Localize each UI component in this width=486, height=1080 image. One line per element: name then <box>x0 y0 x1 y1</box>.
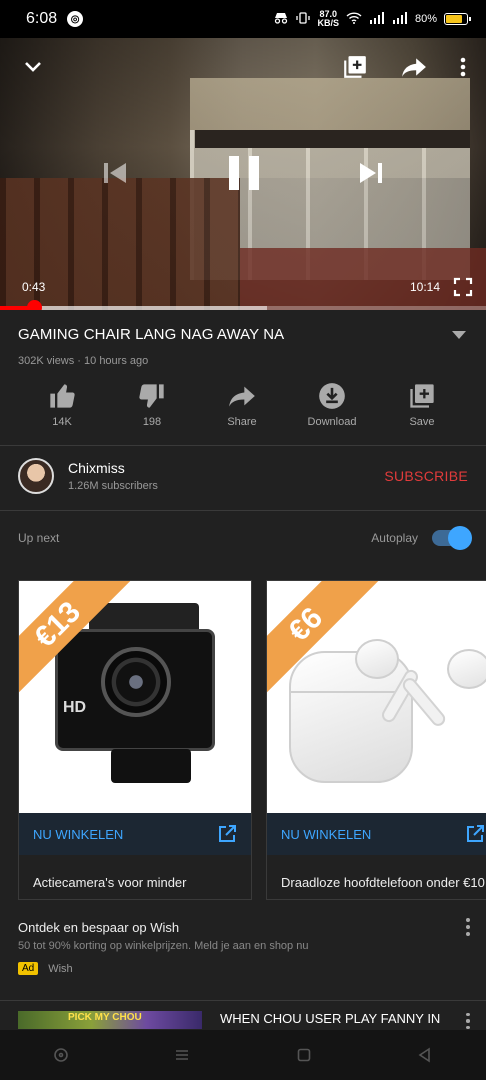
autoplay-label: Autoplay <box>371 531 418 545</box>
autoplay-toggle-knob <box>448 526 472 550</box>
video-title-row[interactable]: GAMING CHAIR LANG NAG AWAY NA <box>18 326 468 343</box>
next-video-item[interactable]: PICK MY CHOU WHEN CHOU USER PLAY FANNY I… <box>18 1011 474 1031</box>
up-next-header: Up next Autoplay <box>18 526 472 550</box>
status-bar: 6:08 ◎ 87.0 KB/S 80% <box>0 0 486 38</box>
product-image-action-camera[interactable]: HD €13 <box>19 581 251 813</box>
duration: 10:14 <box>410 280 441 294</box>
video-frame-counter <box>195 130 470 148</box>
ad-badge: Ad <box>18 962 39 975</box>
save-button[interactable]: Save <box>377 382 467 428</box>
thumbs-down-icon <box>139 384 164 408</box>
earbud <box>447 649 486 689</box>
save-label: Save <box>409 416 435 428</box>
current-time: 0:43 <box>22 280 46 294</box>
ad-title-row[interactable]: Ontdek en bespaar op Wish <box>18 916 474 938</box>
signal-icon-1 <box>369 11 385 27</box>
product-description: Actiecamera's voor minder <box>33 875 187 890</box>
divider <box>0 445 486 446</box>
fullscreen-icon[interactable] <box>450 274 476 300</box>
dislike-button[interactable]: 198 <box>107 382 197 428</box>
autoplay-toggle[interactable] <box>432 526 472 550</box>
ad-title: Ontdek en bespaar op Wish <box>18 919 180 935</box>
status-time: 6:08 <box>26 10 58 27</box>
battery-icon <box>444 13 471 25</box>
shop-now-label: NU WINKELEN <box>281 826 372 842</box>
next-video-thumbnail-text: PICK MY CHOU <box>68 1012 142 1023</box>
camera-hd-mark: HD <box>63 699 87 716</box>
dislike-count: 198 <box>142 416 162 428</box>
external-link-icon <box>467 825 484 842</box>
shop-now-button[interactable]: NU WINKELEN <box>19 813 251 855</box>
add-to-queue-icon[interactable] <box>340 52 370 82</box>
seek-bar-buffered <box>34 306 268 310</box>
video-meta: 302K views · 10 hours ago <box>18 355 149 367</box>
next-video-title: WHEN CHOU USER PLAY FANNY IN <box>220 1011 441 1026</box>
save-playlist-icon <box>410 384 434 408</box>
channel-name[interactable]: Chixmiss <box>68 460 384 476</box>
share-label: Share <box>227 416 257 428</box>
up-next-label: Up next <box>18 531 60 545</box>
assistant-button[interactable] <box>46 1040 76 1070</box>
like-count: 14K <box>52 416 72 428</box>
previous-track-icon[interactable] <box>98 156 132 190</box>
collapse-chevron-icon[interactable] <box>18 52 48 82</box>
ad-more-options-icon[interactable] <box>462 916 474 938</box>
shopping-carousel[interactable]: HD €13 NU WINKELEN Actiecamera's voor mi… <box>18 580 486 900</box>
channel-row[interactable]: Chixmiss 1.26M subscribers SUBSCRIBE <box>18 458 468 494</box>
divider <box>0 1000 486 1001</box>
battery-percent: 80% <box>414 13 437 25</box>
subscribe-button[interactable]: SUBSCRIBE <box>384 468 468 484</box>
thumbs-up-icon <box>50 384 75 408</box>
wifi-icon <box>346 11 362 27</box>
next-track-icon[interactable] <box>354 156 388 190</box>
vibrate-icon <box>296 11 311 27</box>
video-player[interactable]: 0:43 10:14 <box>0 38 486 310</box>
download-icon <box>319 383 345 409</box>
shopping-card[interactable]: €6 NU WINKELEN Draadloze hoofdtelefoon o… <box>266 580 486 900</box>
product-description: Draadloze hoofdtelefoon onder €10 <box>281 875 485 890</box>
shop-now-button[interactable]: NU WINKELEN <box>267 813 486 855</box>
seek-bar[interactable] <box>0 300 486 310</box>
app-notification-icon: ◎ <box>67 11 84 27</box>
assistant-icon <box>53 1048 68 1062</box>
download-button[interactable]: Download <box>287 382 377 428</box>
channel-subscribers: 1.26M subscribers <box>68 480 158 492</box>
product-image-earbuds[interactable]: €6 <box>267 581 486 813</box>
like-button[interactable]: 14K <box>17 382 107 428</box>
recents-button[interactable] <box>167 1040 197 1070</box>
network-speed-unit: KB/S <box>317 18 339 28</box>
back-triangle-icon <box>418 1047 431 1063</box>
ad-attribution: Ad Wish <box>18 962 73 975</box>
video-title: GAMING CHAIR LANG NAG AWAY NA <box>18 326 285 343</box>
incognito-icon <box>273 12 289 27</box>
divider <box>0 510 486 511</box>
channel-avatar[interactable] <box>18 458 54 494</box>
share-icon <box>229 386 255 407</box>
more-options-icon[interactable] <box>452 52 474 82</box>
camera-lens <box>101 647 171 717</box>
shop-now-label: NU WINKELEN <box>33 826 124 842</box>
network-speed: 87.0 KB/S <box>317 10 339 28</box>
earbud <box>355 639 399 679</box>
expand-description-icon[interactable] <box>452 330 466 339</box>
share-icon[interactable] <box>398 52 430 82</box>
signal-icon-2 <box>392 11 408 27</box>
external-link-icon <box>219 825 236 842</box>
back-button[interactable] <box>410 1040 440 1070</box>
home-button[interactable] <box>289 1040 319 1070</box>
download-label: Download <box>307 416 357 428</box>
menu-lines-icon <box>176 1050 189 1060</box>
seek-bar-handle[interactable] <box>27 300 43 310</box>
next-video-more-icon[interactable] <box>462 1011 474 1031</box>
share-button[interactable]: Share <box>197 382 287 428</box>
camera-mount <box>111 749 191 783</box>
home-square-icon <box>297 1048 311 1062</box>
shopping-card[interactable]: HD €13 NU WINKELEN Actiecamera's voor mi… <box>18 580 252 900</box>
video-actions: 14K 198 Share Download Save <box>0 382 486 428</box>
next-video-thumbnail[interactable]: PICK MY CHOU <box>18 1011 202 1029</box>
ad-description: 50 tot 90% korting op winkelprijzen. Mel… <box>18 940 309 952</box>
system-nav-bar <box>0 1030 486 1080</box>
ad-advertiser: Wish <box>48 962 73 975</box>
pause-icon[interactable] <box>222 150 266 196</box>
